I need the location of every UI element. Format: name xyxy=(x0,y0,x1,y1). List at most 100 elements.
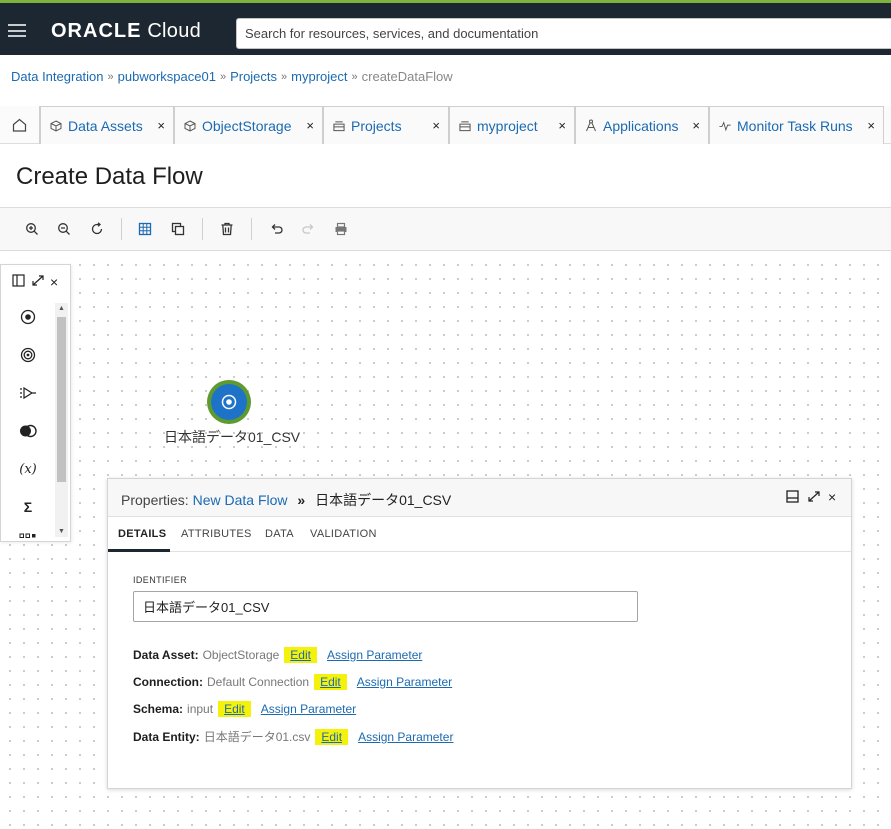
global-search-input[interactable] xyxy=(237,19,891,48)
breadcrumb-separator: » xyxy=(281,70,288,83)
tab-details[interactable]: DETAILS xyxy=(118,528,166,540)
close-icon[interactable]: × xyxy=(157,118,165,133)
breadcrumb-data-integration[interactable]: Data Integration xyxy=(11,69,104,84)
zoom-out-button[interactable] xyxy=(55,220,73,238)
active-tab-indicator xyxy=(108,549,170,552)
close-icon[interactable]: × xyxy=(867,118,875,133)
palette-header: × xyxy=(1,265,70,299)
reset-view-button[interactable] xyxy=(88,220,106,238)
grid-toggle-button[interactable] xyxy=(136,220,154,238)
data-asset-assign-parameter-link[interactable]: Assign Parameter xyxy=(327,648,422,662)
tab-attributes[interactable]: ATTRIBUTES xyxy=(181,528,252,540)
zoom-in-icon xyxy=(26,223,38,235)
properties-title: Properties: New Data Flow » 日本語データ01_CSV xyxy=(121,490,451,510)
tab-projects[interactable]: Projects × xyxy=(323,106,449,144)
scrollbar-thumb[interactable] xyxy=(57,317,66,482)
connection-key: Connection: xyxy=(133,675,203,689)
grid-icon xyxy=(138,222,152,236)
tab-label: Applications xyxy=(603,117,679,134)
tab-objectstorage[interactable]: ObjectStorage × xyxy=(174,106,323,144)
panel-toggle-icon[interactable] xyxy=(12,274,25,290)
data-asset-edit-link[interactable]: Edit xyxy=(284,647,317,663)
breadcrumb-workspace[interactable]: pubworkspace01 xyxy=(118,69,216,84)
schema-edit-link[interactable]: Edit xyxy=(218,701,251,717)
tab-strip: Data Assets × ObjectStorage × Projects ×… xyxy=(0,106,891,144)
breadcrumb-separator: » xyxy=(351,70,358,83)
tab-data[interactable]: DATA xyxy=(265,528,294,540)
close-icon[interactable]: × xyxy=(50,274,58,290)
properties-tabs: DETAILS ATTRIBUTES DATA VALIDATION xyxy=(108,517,851,552)
tab-data-assets[interactable]: Data Assets × xyxy=(40,106,174,144)
expand-icon[interactable] xyxy=(807,490,821,506)
minimize-icon[interactable] xyxy=(786,490,799,506)
connection-assign-parameter-link[interactable]: Assign Parameter xyxy=(357,675,452,689)
data-flow-link[interactable]: New Data Flow xyxy=(193,492,288,508)
join-icon xyxy=(20,424,37,438)
properties-prefix: Properties: xyxy=(121,492,189,508)
delete-icon xyxy=(221,222,233,236)
copy-icon xyxy=(171,222,185,236)
aggregate-operator[interactable]: Σ xyxy=(17,496,39,518)
identifier-input[interactable] xyxy=(134,592,637,621)
source-node[interactable] xyxy=(207,380,251,424)
source-icon xyxy=(20,309,36,325)
identifier-field[interactable] xyxy=(133,591,638,622)
data-entity-edit-link[interactable]: Edit xyxy=(315,728,349,745)
zoom-in-button[interactable] xyxy=(23,220,41,238)
redo-button[interactable] xyxy=(300,220,318,238)
more-operator[interactable] xyxy=(17,527,39,539)
close-icon[interactable]: × xyxy=(306,118,314,133)
join-operator[interactable] xyxy=(17,420,39,442)
schema-value: input xyxy=(187,702,214,716)
source-node-label[interactable]: 日本語データ01_CSV xyxy=(164,427,300,447)
delete-button[interactable] xyxy=(218,220,236,238)
schema-row: Schema: input Edit Assign Parameter xyxy=(133,701,356,717)
cube-icon xyxy=(50,119,62,132)
tray-icon xyxy=(333,120,345,131)
schema-key: Schema: xyxy=(133,702,184,716)
tray-icon xyxy=(459,120,471,131)
close-icon[interactable]: × xyxy=(692,118,700,133)
data-entity-assign-parameter-link[interactable]: Assign Parameter xyxy=(358,730,453,744)
tab-applications[interactable]: Applications × xyxy=(575,106,709,144)
expression-operator[interactable]: (x) xyxy=(17,458,39,480)
scroll-down-icon[interactable]: ▼ xyxy=(55,528,68,535)
close-icon[interactable]: × xyxy=(828,489,836,505)
scroll-up-icon[interactable]: ▲ xyxy=(55,305,68,312)
tab-myproject[interactable]: myproject × xyxy=(449,106,575,144)
source-operator[interactable] xyxy=(17,306,39,328)
tab-label: myproject xyxy=(477,117,538,134)
global-search-box[interactable] xyxy=(236,18,891,49)
toolbar-separator xyxy=(251,218,252,240)
tab-validation[interactable]: VALIDATION xyxy=(310,528,377,540)
hamburger-menu-icon[interactable] xyxy=(8,24,26,37)
top-bar: ORACLE Cloud xyxy=(0,0,891,55)
schema-assign-parameter-link[interactable]: Assign Parameter xyxy=(261,702,356,716)
target-operator[interactable] xyxy=(17,344,39,366)
identifier-label: IDENTIFIER xyxy=(133,575,188,585)
filter-icon xyxy=(20,386,36,400)
connection-value: Default Connection xyxy=(207,675,310,689)
compass-icon xyxy=(586,119,596,132)
breadcrumb-myproject[interactable]: myproject xyxy=(291,69,347,84)
breadcrumb-projects[interactable]: Projects xyxy=(230,69,277,84)
operator-palette: × (x) Σ ▲ ▼ xyxy=(0,264,71,542)
copy-button[interactable] xyxy=(169,220,187,238)
close-icon[interactable]: × xyxy=(558,118,566,133)
tab-label: Monitor Task Runs xyxy=(737,117,853,134)
expand-icon[interactable] xyxy=(31,274,45,290)
tab-monitor-task-runs[interactable]: Monitor Task Runs × xyxy=(709,106,884,144)
home-tab[interactable] xyxy=(0,106,40,144)
canvas-toolbar xyxy=(0,208,891,251)
undo-button[interactable] xyxy=(267,220,285,238)
chevron-icon: » xyxy=(297,492,306,508)
palette-scrollbar[interactable]: ▲ ▼ xyxy=(55,303,68,537)
oracle-cloud-logo[interactable]: ORACLE Cloud xyxy=(51,20,201,43)
expression-icon: (x) xyxy=(19,461,37,477)
page-title: Create Data Flow xyxy=(16,163,203,190)
close-icon[interactable]: × xyxy=(432,118,440,133)
print-button[interactable] xyxy=(332,220,350,238)
filter-operator[interactable] xyxy=(17,382,39,404)
data-asset-value: ObjectStorage xyxy=(202,648,280,662)
connection-edit-link[interactable]: Edit xyxy=(314,674,347,690)
